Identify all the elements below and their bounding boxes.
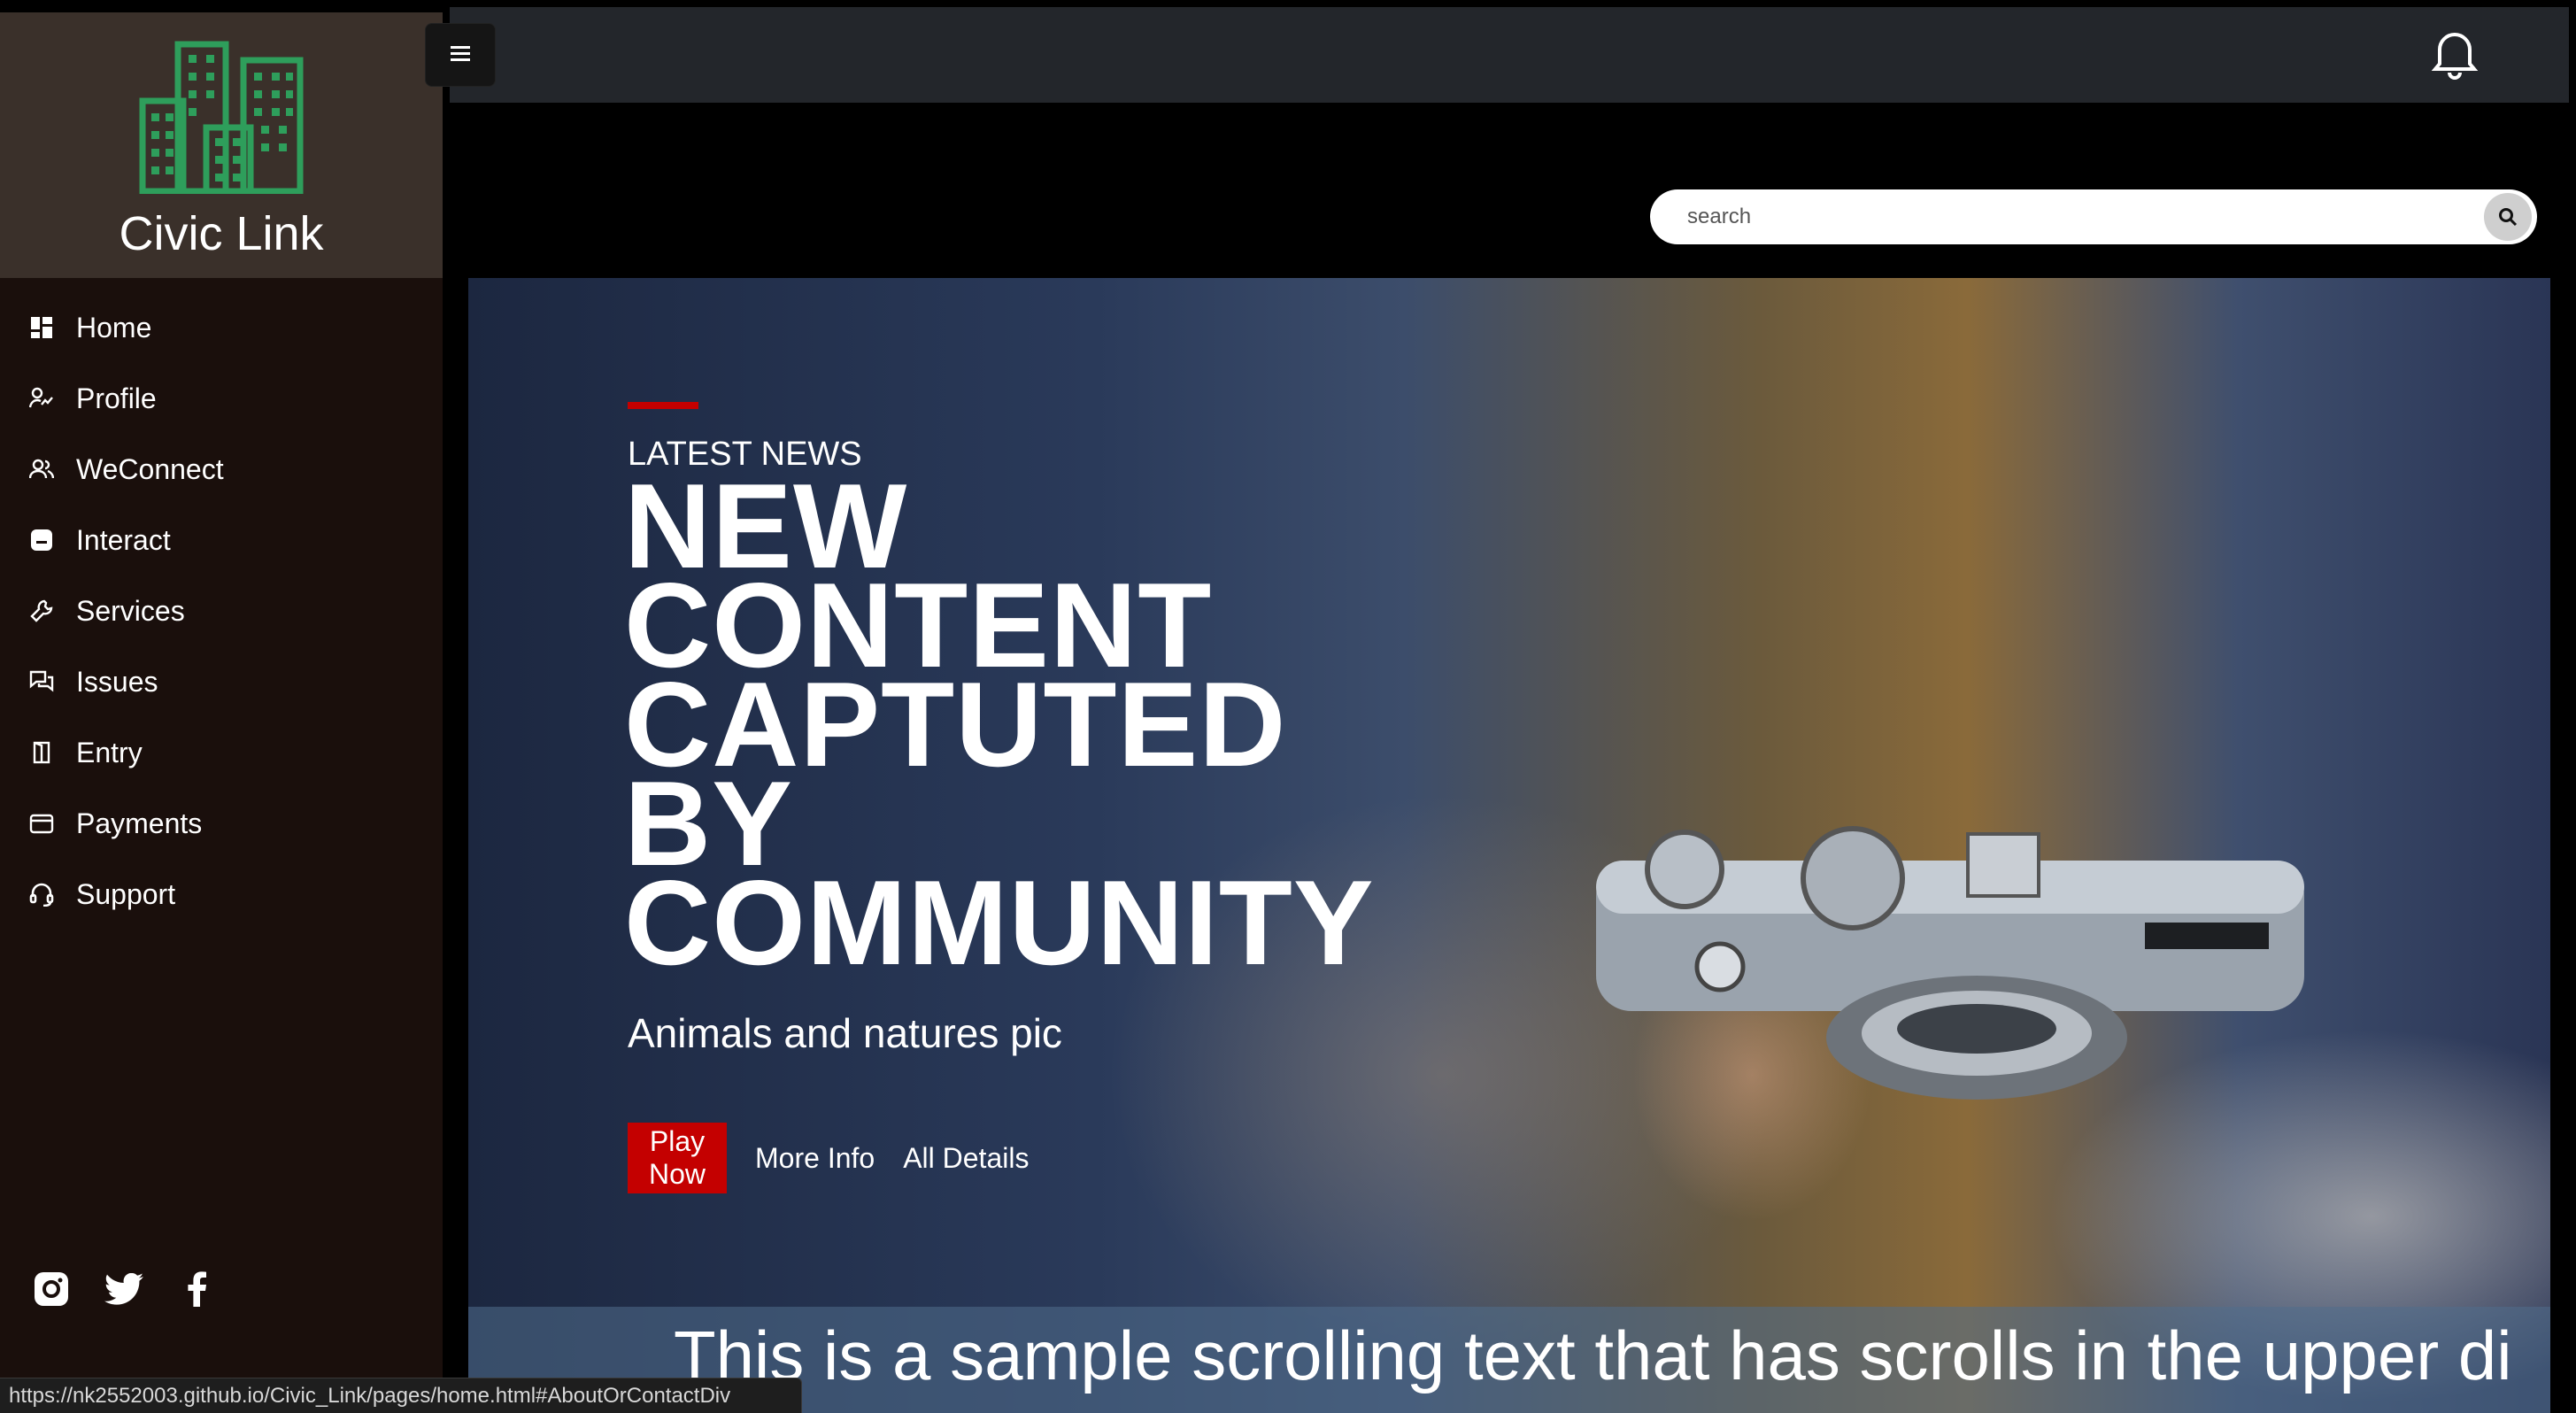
sidebar-item-label: Profile xyxy=(76,382,157,414)
facebook-icon[interactable] xyxy=(177,1270,216,1309)
brand-block[interactable]: Civic Link xyxy=(0,12,443,278)
search-button[interactable] xyxy=(2484,193,2532,241)
user-activity-icon xyxy=(28,385,55,412)
sidebar-item-issues[interactable]: Issues xyxy=(0,646,443,717)
hamburger-icon xyxy=(451,45,470,66)
instagram-icon[interactable] xyxy=(32,1270,71,1309)
top-header xyxy=(450,7,2569,103)
sidebar: Civic Link Home Profile WeConnect Intera… xyxy=(0,12,443,1413)
search-bar xyxy=(1650,189,2537,244)
sidebar-item-support[interactable]: Support xyxy=(0,859,443,930)
hero-actions: Play Now More Info All Details xyxy=(628,1123,1029,1193)
search-input[interactable] xyxy=(1650,189,2484,244)
sidebar-item-label: Issues xyxy=(76,665,158,698)
sidebar-item-label: Support xyxy=(76,877,176,910)
twitter-icon[interactable] xyxy=(104,1270,143,1309)
social-links xyxy=(32,1270,216,1309)
bell-icon[interactable] xyxy=(2431,27,2479,80)
brand-name: Civic Link xyxy=(119,207,324,260)
sidebar-item-profile[interactable]: Profile xyxy=(0,363,443,434)
sidebar-item-home[interactable]: Home xyxy=(0,292,443,363)
sidebar-nav: Home Profile WeConnect Interact Services xyxy=(0,292,443,930)
door-icon xyxy=(28,739,55,766)
sidebar-item-label: Home xyxy=(76,311,152,344)
camera-image xyxy=(1596,826,2304,1100)
hero-subtitle: Animals and natures pic xyxy=(628,1010,1062,1056)
sidebar-item-label: WeConnect xyxy=(76,452,224,485)
sidebar-item-services[interactable]: Services xyxy=(0,575,443,646)
people-icon xyxy=(28,456,55,483)
search-icon xyxy=(2499,208,2518,227)
accent-bar xyxy=(628,402,698,409)
sidebar-item-label: Entry xyxy=(76,736,143,768)
hero-banner: LATEST NEWS NEW CONTENT CAPTUTED BY COMM… xyxy=(468,278,2550,1413)
play-now-button[interactable]: Play Now xyxy=(628,1123,728,1193)
more-info-link[interactable]: More Info xyxy=(755,1142,875,1175)
status-bar-url: https://nk2552003.github.io/Civic_Link/p… xyxy=(0,1378,802,1413)
hero-headline: NEW CONTENT CAPTUTED BY COMMUNITY xyxy=(624,466,1509,990)
headset-icon xyxy=(28,881,55,907)
sidebar-item-label: Payments xyxy=(76,807,203,839)
chat-bubble-icon xyxy=(28,527,55,553)
wallet-icon xyxy=(28,810,55,837)
headline-line: COMMUNITY xyxy=(624,855,1375,990)
all-details-link[interactable]: All Details xyxy=(903,1142,1029,1175)
sidebar-item-label: Interact xyxy=(76,523,171,556)
city-buildings-icon xyxy=(139,41,304,194)
comments-icon xyxy=(28,668,55,695)
sidebar-item-payments[interactable]: Payments xyxy=(0,788,443,859)
sidebar-item-label: Services xyxy=(76,594,185,627)
menu-toggle-button[interactable] xyxy=(425,23,496,87)
wrench-icon xyxy=(28,598,55,624)
sidebar-item-weconnect[interactable]: WeConnect xyxy=(0,434,443,505)
ticker-text: This is a sample scrolling text that has… xyxy=(674,1316,2512,1394)
sidebar-item-entry[interactable]: Entry xyxy=(0,717,443,788)
sidebar-item-interact[interactable]: Interact xyxy=(0,505,443,575)
dashboard-icon xyxy=(28,314,55,341)
